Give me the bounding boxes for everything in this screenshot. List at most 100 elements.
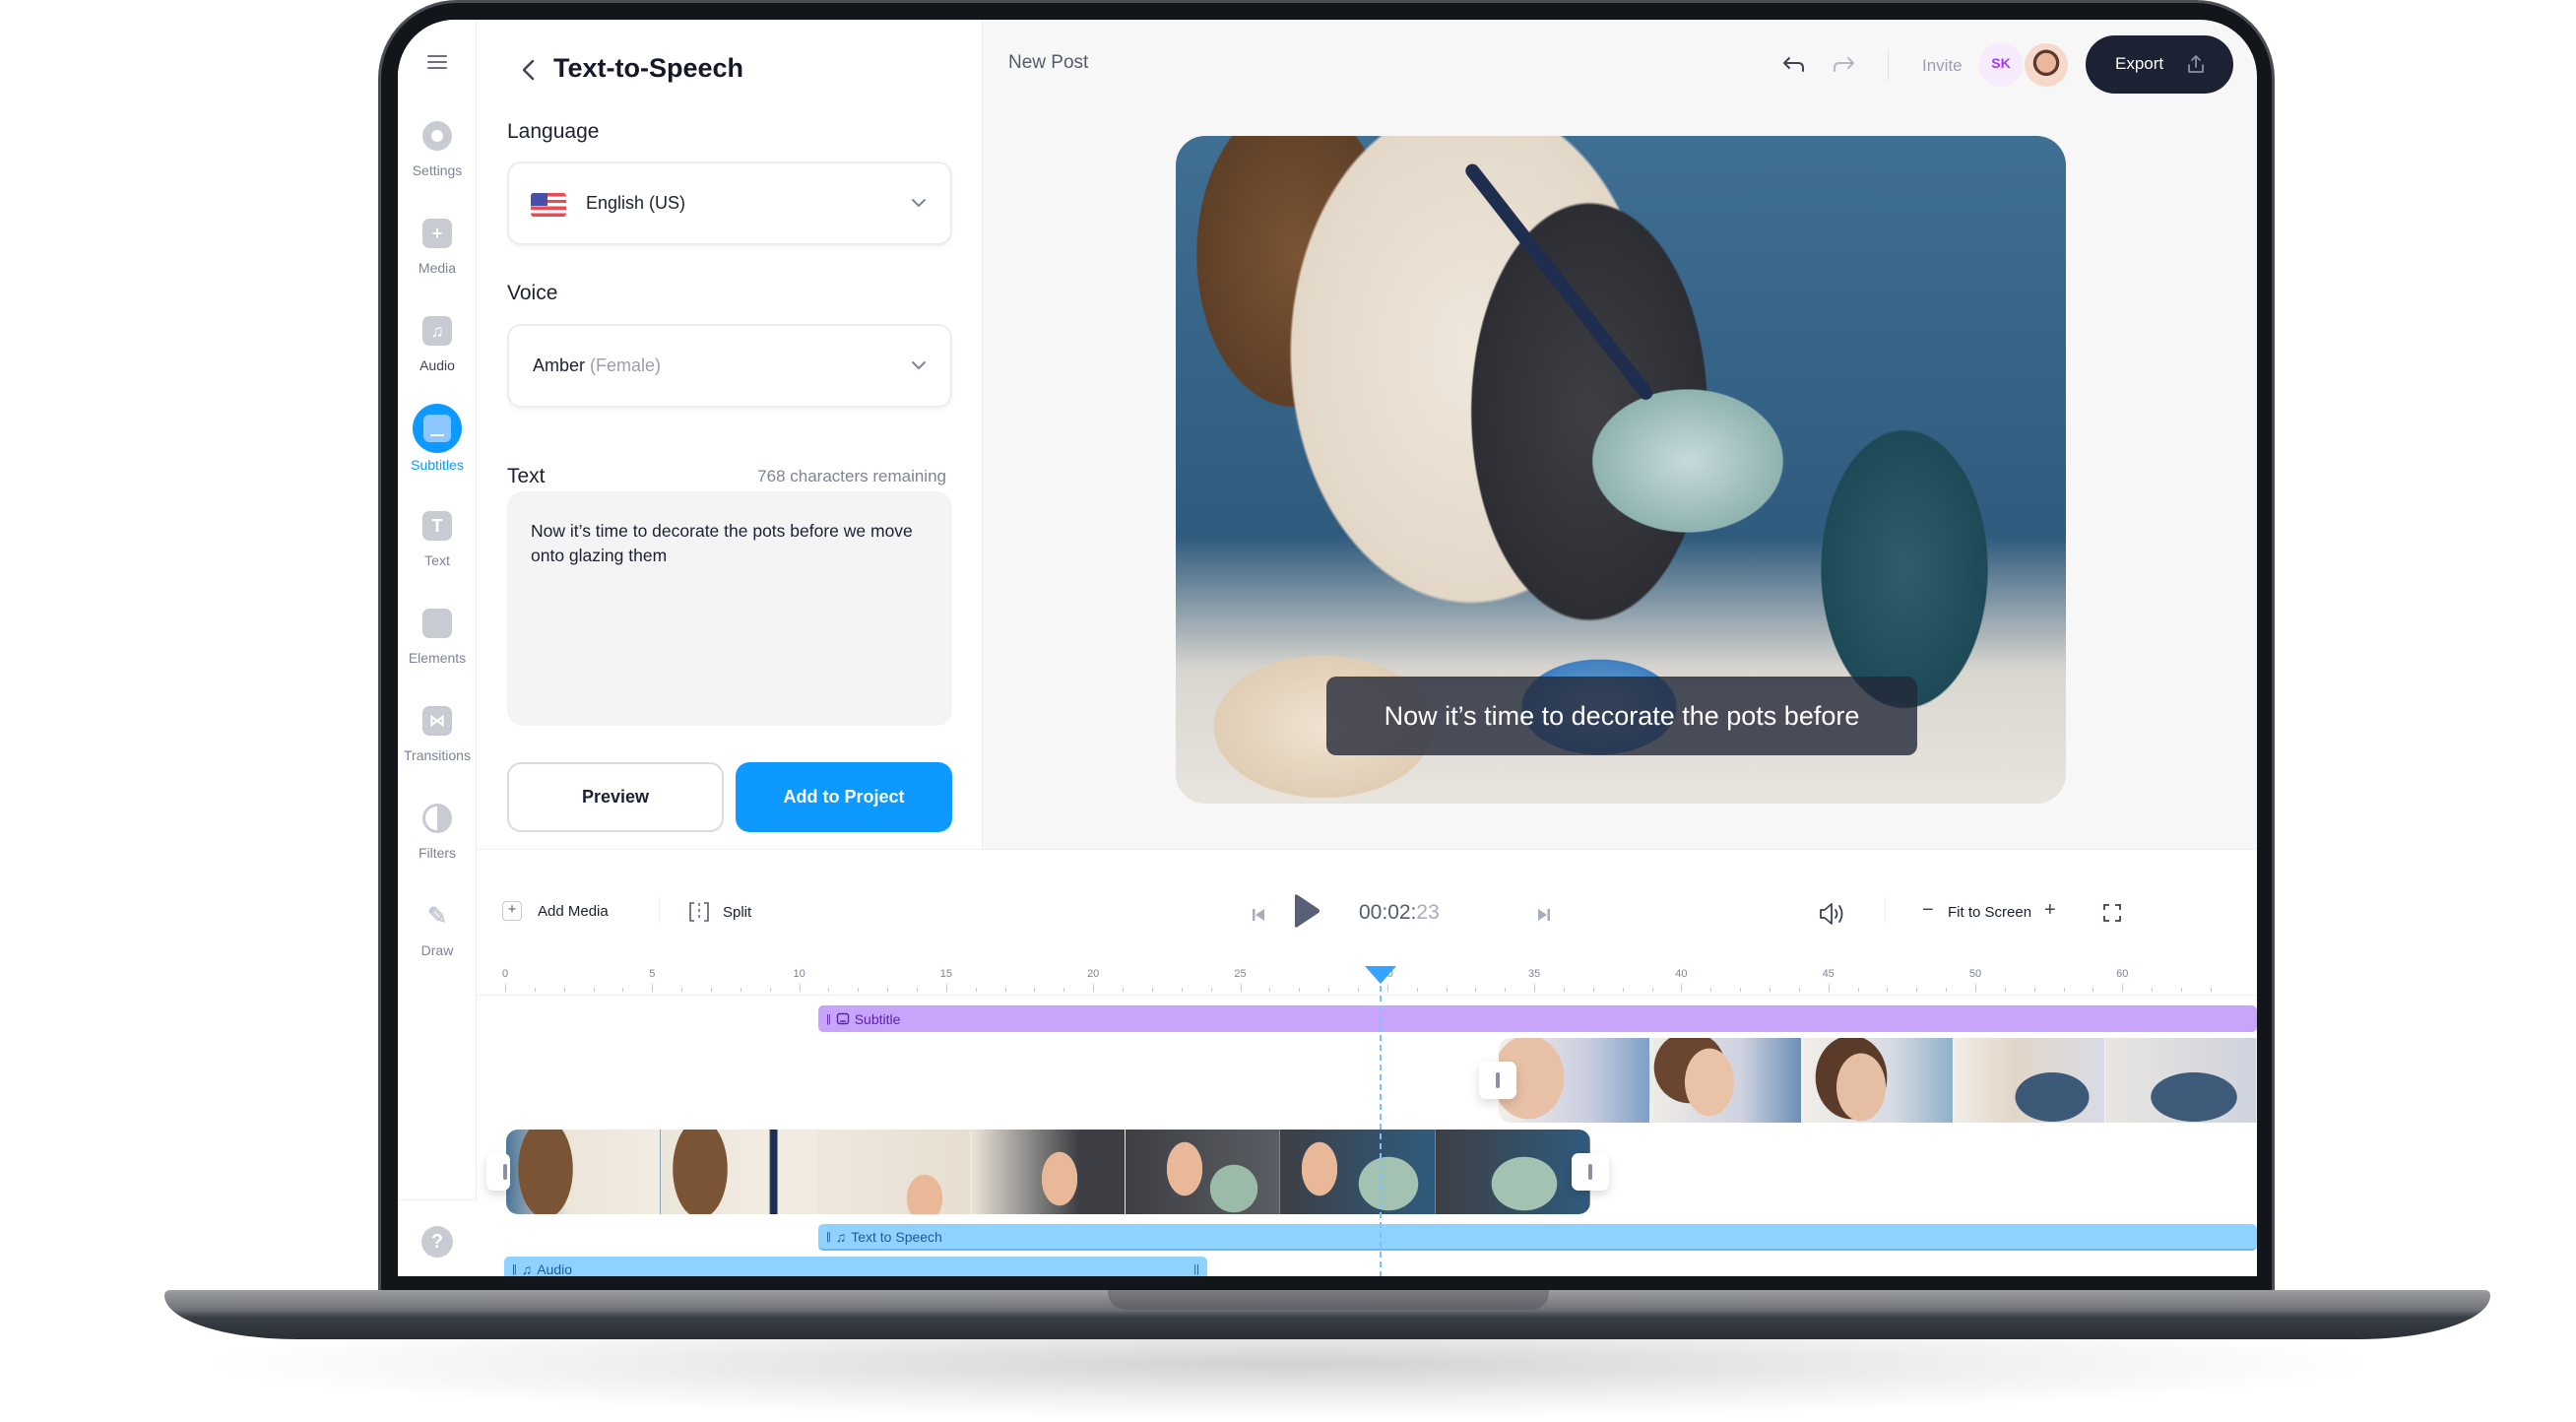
play-icon[interactable] [1292, 893, 1321, 929]
clip-trim-handle-end[interactable] [1572, 1153, 1609, 1191]
sidebar-item-elements[interactable]: Elements [398, 609, 477, 687]
sidebar-item-settings[interactable]: Settings [398, 121, 477, 200]
preview-button[interactable]: Preview [507, 762, 724, 832]
sidebar-item-text[interactable]: T Text [398, 511, 477, 590]
project-name[interactable]: New Post [1008, 52, 1088, 74]
clip-trim-handle-start[interactable] [486, 1153, 510, 1191]
sidebar-item-filters[interactable]: Filters [398, 804, 477, 882]
fullscreen-icon[interactable] [2103, 904, 2121, 922]
half-circle-icon [422, 804, 452, 833]
sidebar-item-subtitles[interactable]: Subtitles [398, 404, 477, 492]
ruler-label: 15 [939, 968, 953, 980]
ruler-tick [828, 988, 830, 992]
toolbar-divider [1885, 897, 1886, 923]
undo-icon[interactable] [1780, 53, 1808, 77]
language-select[interactable]: English (US) [507, 162, 952, 245]
subtitle-track[interactable]: || Subtitle [818, 1005, 2257, 1032]
ruler-tick [1416, 988, 1418, 992]
tts-text-input[interactable]: Now it’s time to decorate the pots befor… [507, 491, 952, 726]
video-clip-2[interactable] [1499, 1038, 2257, 1123]
sidebar-item-transitions[interactable]: ⋈ Transitions [398, 706, 477, 785]
clip-thumbnail [506, 1130, 662, 1214]
text-icon: T [422, 511, 452, 541]
redo-icon[interactable] [1830, 53, 1857, 77]
sidebar-item-label: Subtitles [411, 457, 464, 473]
audio-track[interactable]: || ♫ Audio || [504, 1257, 1207, 1276]
voice-select[interactable]: Amber (Female) [507, 324, 952, 408]
playhead-handle[interactable] [1365, 966, 1396, 984]
zoom-in-icon[interactable]: + [2044, 899, 2056, 922]
ruler-tick [887, 988, 889, 992]
ruler-tick [1857, 988, 1859, 992]
clip-thumbnail [1435, 1130, 1590, 1214]
sidebar-item-label: Filters [418, 845, 457, 861]
hamburger-icon[interactable] [427, 55, 447, 69]
panel-title: Text-to-Speech [553, 53, 744, 83]
ruler-tick [2210, 988, 2212, 992]
back-chevron-icon[interactable] [514, 55, 544, 85]
music-note-icon: ♫ [835, 1228, 847, 1245]
ruler-tick [769, 988, 771, 992]
ruler-label: 10 [793, 968, 805, 980]
ruler-tick [1004, 988, 1006, 992]
toolbar-divider [659, 897, 660, 923]
sidebar-item-media[interactable]: + Media [398, 219, 477, 297]
sidebar-item-label: Settings [412, 162, 463, 178]
ruler-tick [799, 984, 801, 992]
zoom-level[interactable]: Fit to Screen [1948, 904, 2031, 921]
text-to-speech-track[interactable]: || ♫ Text to Speech [818, 1224, 2257, 1251]
ruler-tick [2181, 988, 2183, 992]
invite-button[interactable]: Invite [1922, 56, 1963, 76]
ruler-tick [1534, 984, 1536, 992]
drag-grip-icon[interactable]: || [1193, 1263, 1199, 1275]
sidebar-item-label: Media [418, 260, 457, 276]
timeline: + Add Media Split 00:02:23 − Fit to Scre… [477, 849, 2257, 1276]
sticker-icon [422, 609, 452, 638]
voice-label: Voice [507, 282, 558, 304]
ruler-tick [1210, 988, 1212, 992]
ruler-tick [1887, 988, 1889, 992]
volume-icon[interactable] [1818, 901, 1847, 927]
playhead-line [1380, 986, 1382, 1276]
collaborator-avatar[interactable]: SK [1979, 43, 2023, 87]
voice-name: Amber [533, 356, 586, 375]
language-value: English (US) [586, 193, 686, 213]
sidebar-item-draw[interactable]: ✎ Draw [398, 901, 477, 980]
audio-track-label: Audio [537, 1260, 573, 1277]
sidebar-item-audio[interactable]: ♫ Audio [398, 316, 477, 395]
clip-thumbnail [1499, 1038, 1650, 1123]
ruler-tick [1828, 984, 1830, 992]
help-icon[interactable]: ? [421, 1226, 453, 1258]
music-note-icon: ♫ [521, 1260, 533, 1277]
ruler-tick [975, 988, 977, 992]
ruler-tick [1240, 984, 1242, 992]
clip-thumbnail [661, 1130, 816, 1214]
user-avatar[interactable] [2025, 43, 2068, 87]
clip-thumbnail [1802, 1038, 1954, 1123]
ruler-tick [622, 988, 624, 992]
video-preview[interactable]: Now it’s time to decorate the pots befor… [1176, 136, 2066, 804]
zoom-out-icon[interactable]: − [1922, 899, 1934, 922]
plus-icon: + [502, 901, 522, 921]
ruler-tick [1063, 988, 1065, 992]
clip-trim-handle-start[interactable] [1479, 1062, 1516, 1099]
split-button[interactable]: Split [687, 901, 751, 923]
skip-back-icon[interactable] [1251, 907, 1266, 923]
paintbrush-in-video [1462, 161, 1656, 403]
language-label: Language [507, 120, 600, 143]
text-label: Text [507, 465, 546, 487]
ruler-tick [711, 988, 713, 992]
ruler-label: 45 [1822, 968, 1835, 980]
sidebar-item-label: Elements [408, 650, 467, 666]
export-button[interactable]: Export [2086, 35, 2233, 94]
ruler-tick [1740, 988, 1742, 992]
video-clip-1[interactable] [506, 1130, 1590, 1214]
bowtie-icon: ⋈ [422, 706, 452, 736]
clip-thumbnail [2105, 1038, 2257, 1123]
ruler-tick [2063, 988, 2065, 992]
subtitle-overlay[interactable]: Now it’s time to decorate the pots befor… [1326, 677, 1917, 755]
skip-forward-icon[interactable] [1536, 907, 1552, 923]
clip-thumbnail [1954, 1038, 2105, 1123]
add-media-button[interactable]: + Add Media [502, 901, 609, 921]
add-to-project-button[interactable]: Add to Project [736, 762, 952, 832]
